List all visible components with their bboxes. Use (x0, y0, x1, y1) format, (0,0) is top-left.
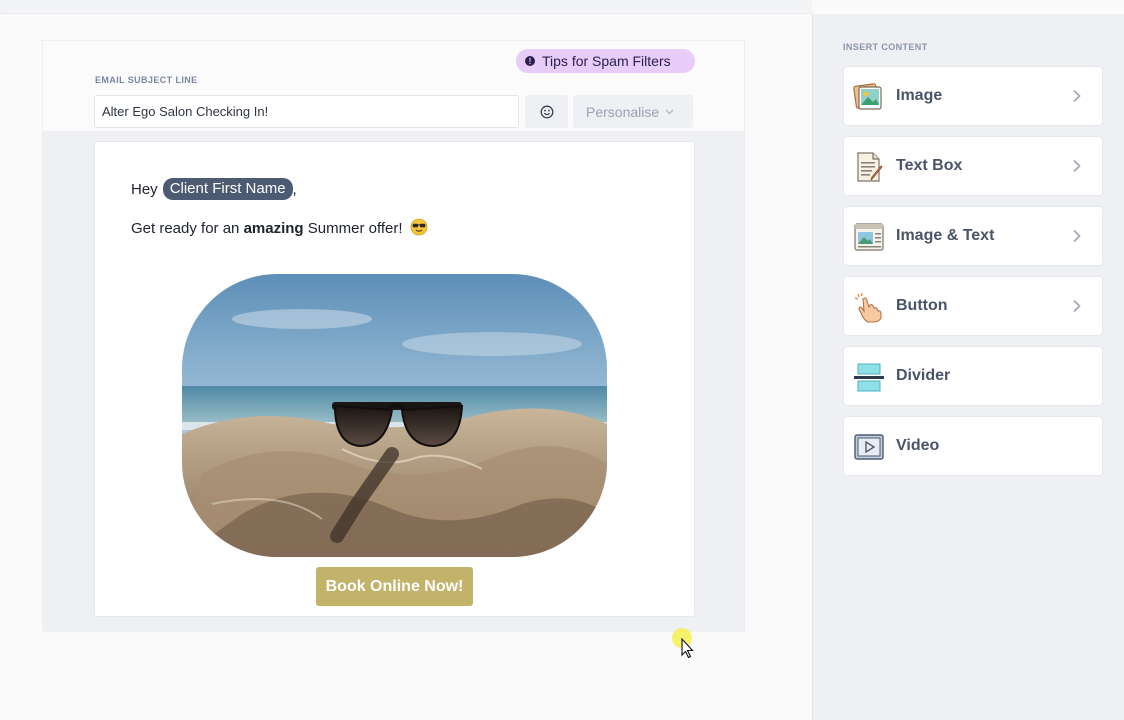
beach-sunglasses-image[interactable] (182, 274, 607, 557)
spam-filter-tips-label: Tips for Spam Filters (542, 53, 671, 69)
chevron-right-icon (1073, 229, 1081, 243)
top-strip (0, 0, 812, 14)
insert-video-item[interactable]: Video (843, 416, 1103, 476)
insert-image-text-item[interactable]: Image & Text (843, 206, 1103, 266)
insert-content-title: INSERT CONTENT (843, 42, 928, 52)
sunglasses-emoji-icon (410, 218, 428, 236)
email-body-card[interactable]: Hey Client First Name , Get ready for an… (94, 141, 695, 617)
button-hand-icon (854, 292, 882, 323)
chevron-right-icon (1073, 159, 1081, 173)
spam-filter-tips-button[interactable]: ! Tips for Spam Filters (516, 49, 695, 73)
offer-text-after: Summer offer! (307, 220, 403, 237)
chevron-down-icon (665, 109, 674, 114)
chevron-right-icon (1073, 89, 1081, 103)
subject-line-input[interactable] (94, 95, 519, 128)
text-box-icon (857, 152, 883, 182)
image-icon (853, 83, 882, 110)
insert-button-item[interactable]: Button (843, 276, 1103, 336)
greeting-line[interactable]: Hey Client First Name , (131, 178, 297, 200)
insert-text-box-label: Text Box (896, 157, 963, 174)
insert-image-text-label: Image & Text (896, 227, 995, 244)
insert-video-label: Video (896, 437, 940, 454)
beach-photo-illustration (182, 274, 607, 557)
offer-text-bold: amazing (243, 220, 304, 237)
book-online-button[interactable]: Book Online Now! (316, 567, 473, 606)
smiley-icon (540, 105, 553, 118)
insert-image-item[interactable]: Image (843, 66, 1103, 126)
video-icon (854, 434, 884, 460)
insert-button-label: Button (896, 297, 948, 314)
offer-line[interactable]: Get ready for an amazing Summer offer! (131, 218, 428, 237)
insert-divider-item[interactable]: Divider (843, 346, 1103, 406)
chevron-right-icon (1073, 299, 1081, 313)
divider-icon (854, 363, 884, 392)
offer-text-before: Get ready for an (131, 220, 240, 237)
image-text-icon (854, 223, 884, 251)
greeting-suffix: , (292, 180, 297, 198)
info-icon: ! (525, 56, 535, 66)
insert-divider-label: Divider (896, 367, 951, 384)
emoji-picker-button[interactable] (525, 95, 568, 128)
personalise-label: Personalise (586, 103, 660, 120)
personalise-dropdown[interactable]: Personalise (573, 95, 693, 128)
email-editor-panel: EMAIL SUBJECT LINE ! Tips for Spam Filte… (42, 40, 745, 632)
merge-tag-client-first-name[interactable]: Client First Name (162, 178, 293, 200)
subject-line-label: EMAIL SUBJECT LINE (95, 75, 198, 85)
insert-text-box-item[interactable]: Text Box (843, 136, 1103, 196)
mouse-cursor-icon (672, 628, 694, 658)
greeting-prefix: Hey (131, 180, 158, 198)
insert-content-sidebar: INSERT CONTENT Image Text Box Image & Te… (812, 14, 1124, 720)
insert-image-label: Image (896, 87, 943, 104)
